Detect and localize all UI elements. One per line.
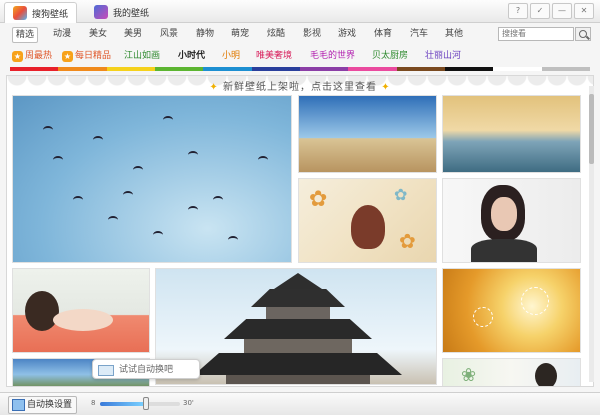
- wallpaper-thumb[interactable]: [12, 95, 292, 263]
- status-bar: 自动换设置 8 30': [0, 392, 600, 415]
- topic-weekly-hot[interactable]: ★ 周最热: [12, 48, 52, 62]
- wallpaper-thumb[interactable]: [442, 95, 581, 173]
- star-icon: ✦: [381, 82, 391, 93]
- color-filter-bar: [10, 67, 590, 71]
- close-icon[interactable]: ✕: [574, 3, 594, 19]
- scrollbar-thumb[interactable]: [589, 94, 594, 164]
- topic-tiny-times[interactable]: 小时代: [178, 48, 205, 61]
- category-still[interactable]: 静物: [193, 27, 217, 41]
- sogou-logo-icon: [13, 6, 27, 20]
- wallpaper-grid: ✦ 新鲜壁纸上架啦，点击这里查看 ✦ ✿ ✿ ✿ ❀: [6, 75, 594, 387]
- topic-luxury[interactable]: 唯美奢境: [256, 48, 292, 61]
- wallpaper-thumb[interactable]: [12, 268, 150, 353]
- category-beauty[interactable]: 美女: [86, 27, 110, 41]
- star-icon: ✦: [209, 82, 219, 93]
- category-featured[interactable]: 精选: [12, 27, 39, 43]
- new-wallpaper-banner[interactable]: ✦ 新鲜壁纸上架啦，点击这里查看 ✦: [7, 78, 593, 93]
- tooltip-text: 试试自动换吧: [119, 365, 174, 375]
- category-scenery[interactable]: 风景: [157, 27, 181, 41]
- topic-scenery[interactable]: 江山如画: [124, 48, 160, 61]
- color-yellow[interactable]: [106, 67, 155, 71]
- category-other[interactable]: 其他: [442, 27, 466, 41]
- interval-slider[interactable]: [100, 402, 180, 406]
- help-icon[interactable]: ?: [508, 3, 528, 19]
- category-cars[interactable]: 汽车: [407, 27, 431, 41]
- category-games[interactable]: 游戏: [335, 27, 359, 41]
- slider-thumb[interactable]: [143, 397, 149, 410]
- category-sports[interactable]: 体育: [371, 27, 395, 41]
- slider-hint-icon: [98, 365, 114, 376]
- color-orange[interactable]: [58, 67, 107, 71]
- color-brown[interactable]: [396, 67, 445, 71]
- skin-icon[interactable]: ✓: [530, 3, 550, 19]
- wallpaper-thumb[interactable]: [442, 268, 581, 353]
- search-icon[interactable]: [575, 27, 591, 41]
- tab-my-wallpaper[interactable]: 我的壁纸: [86, 2, 157, 22]
- minimize-icon[interactable]: —: [552, 3, 572, 19]
- auto-change-settings-button[interactable]: 自动换设置: [8, 396, 78, 414]
- wallpaper-thumb[interactable]: [442, 178, 581, 263]
- color-purple[interactable]: [299, 67, 349, 71]
- tab-sogou-wallpaper[interactable]: 搜狗壁纸: [4, 2, 78, 23]
- monitor-icon: [12, 399, 25, 411]
- star-icon: ★: [12, 51, 23, 62]
- auto-change-tooltip: 试试自动换吧: [92, 359, 200, 379]
- color-black[interactable]: [444, 67, 494, 71]
- banner-text: 新鲜壁纸上架啦，点击这里查看: [223, 82, 377, 93]
- color-gray[interactable]: [541, 67, 590, 71]
- color-green[interactable]: [154, 67, 204, 71]
- category-movies[interactable]: 影视: [300, 27, 324, 41]
- star-icon: ★: [62, 51, 73, 62]
- topic-mountains[interactable]: 壮丽山河: [425, 48, 461, 61]
- wallpaper-thumb[interactable]: ❀: [442, 358, 581, 386]
- topic-daily-best[interactable]: ★ 每日精品: [62, 48, 111, 62]
- auto-change-label: 自动换设置: [27, 400, 73, 410]
- topic-label: 周最热: [25, 51, 53, 61]
- tab-label: 我的壁纸: [113, 8, 150, 19]
- category-pets[interactable]: 萌宠: [228, 27, 252, 41]
- topic-maomao[interactable]: 毛毛的世界: [310, 48, 355, 61]
- vertical-scrollbar[interactable]: [589, 86, 594, 382]
- topic-xiaoming[interactable]: 小明: [222, 48, 240, 61]
- topic-label: 每日精品: [75, 51, 112, 61]
- interval-max-label: 30': [183, 399, 194, 407]
- color-white[interactable]: [493, 67, 542, 71]
- color-navy[interactable]: [251, 67, 300, 71]
- category-men[interactable]: 美男: [121, 27, 145, 41]
- window-controls: ? ✓ — ✕: [508, 3, 594, 19]
- my-wallpaper-icon: [94, 5, 108, 19]
- color-pink[interactable]: [348, 67, 397, 71]
- topic-kitchen[interactable]: 贝太厨房: [372, 48, 408, 61]
- title-bar: 搜狗壁纸 我的壁纸 ? ✓ — ✕: [0, 0, 600, 23]
- interval-min-label: 8: [91, 399, 96, 407]
- tab-label: 搜狗壁纸: [32, 9, 69, 20]
- girl-illustration-icon: [351, 205, 385, 249]
- topic-nav: ★ 周最热 ★ 每日精品 江山如画 小时代 小明 唯美奢境 毛毛的世界 贝太厨房 壮…: [0, 46, 600, 62]
- wallpaper-thumb[interactable]: [298, 95, 437, 173]
- category-anime[interactable]: 动漫: [50, 27, 74, 41]
- wallpaper-thumb[interactable]: ✿ ✿ ✿: [298, 178, 437, 263]
- color-red[interactable]: [10, 67, 59, 71]
- category-cool[interactable]: 炫酷: [264, 27, 288, 41]
- color-blue[interactable]: [203, 67, 252, 71]
- search-input[interactable]: [498, 27, 574, 41]
